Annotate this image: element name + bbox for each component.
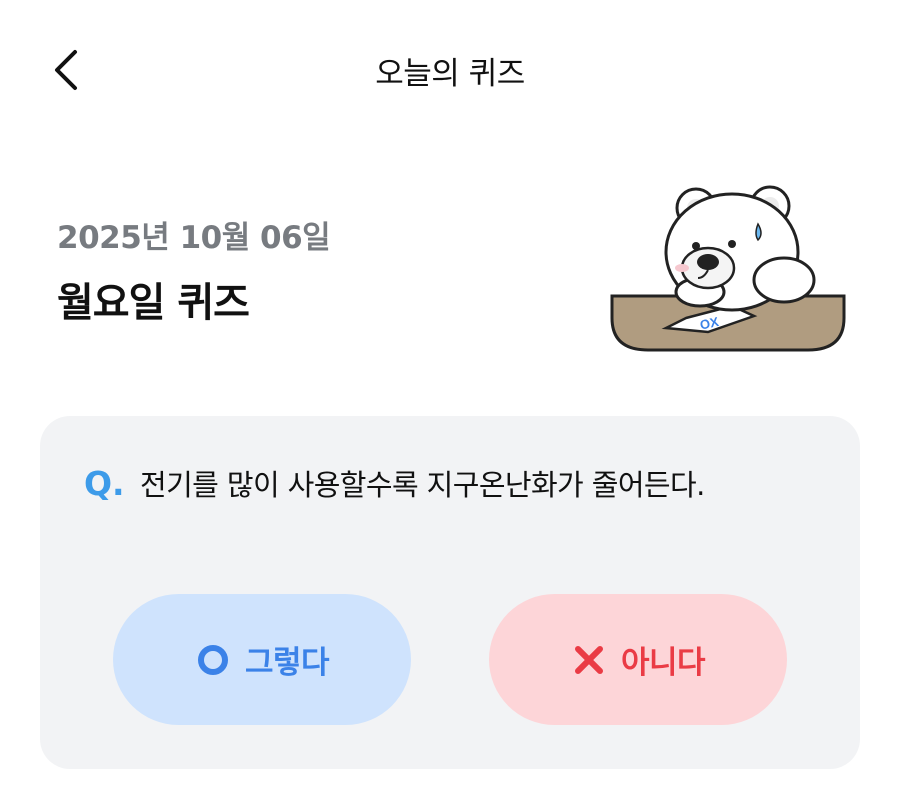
x-mark-icon (571, 642, 607, 678)
answer-no-label: 아니다 (620, 645, 706, 681)
page-title: 오늘의 퀴즈 (375, 56, 525, 92)
app-header: 오늘의 퀴즈 (0, 0, 900, 140)
quiz-date: 2025년 10월 06일 (57, 220, 331, 256)
quiz-title: 월요일 퀴즈 (57, 280, 250, 326)
answer-yes-label: 그렇다 (244, 645, 330, 681)
question-prefix: Q. (84, 464, 125, 503)
question-text: 전기를 많이 사용할수록 지구온난화가 줄어든다. (140, 468, 705, 502)
answer-yes-button[interactable]: 그렇다 (113, 594, 411, 725)
answer-no-button[interactable]: 아니다 (489, 594, 787, 725)
bear-mascot-illustration: OX (610, 185, 846, 352)
circle-o-icon (195, 642, 231, 678)
